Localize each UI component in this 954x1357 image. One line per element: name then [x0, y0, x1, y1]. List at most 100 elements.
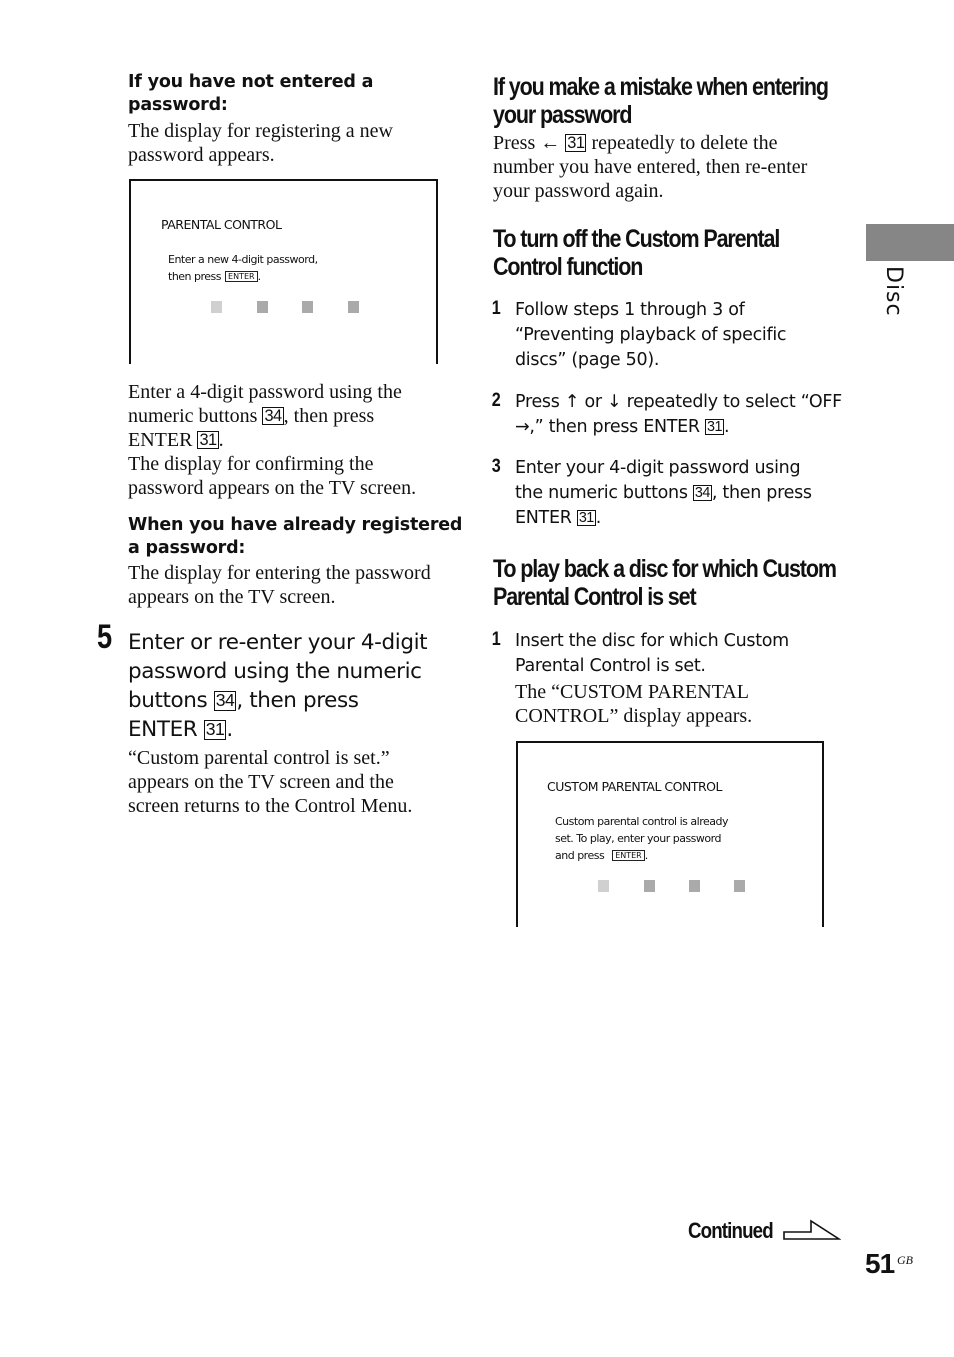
- button-ref-31: 31: [705, 419, 724, 436]
- text-line: password appears on the TV screen.: [128, 477, 417, 499]
- text-span: .: [218, 429, 224, 451]
- paragraph-registering: The display for registering a new passwo…: [128, 119, 393, 167]
- text-line: Insert the disc for which Custom: [515, 631, 789, 651]
- button-ref-34: 34: [213, 690, 237, 711]
- text-span: , then press: [711, 483, 812, 503]
- step-result: “Custom parental control is set.” appear…: [128, 746, 412, 818]
- text-line: →,” then press ENTER 31.: [515, 415, 842, 440]
- text-line: CONTROL” display appears.: [515, 705, 753, 727]
- text-line: appears on the TV screen and the: [128, 771, 394, 793]
- text-span: Press ←: [493, 132, 566, 154]
- text-line: password appears.: [128, 144, 275, 166]
- screen-text-span: then press: [168, 270, 222, 283]
- heading-line: To turn off the Custom Parental: [493, 225, 780, 253]
- text-line: Parental Control is set.: [515, 656, 706, 676]
- screen-title: CUSTOM PARENTAL CONTROL: [547, 779, 722, 794]
- heading-mistake: If you make a mistake when entering your…: [493, 73, 829, 129]
- text-line: ENTER 31.: [128, 428, 416, 452]
- step-number: 1: [491, 298, 501, 319]
- screen-message-line: and press ENTER.: [555, 847, 728, 864]
- paragraph-entering: The display for entering the password ap…: [128, 561, 431, 609]
- text-span: buttons: [128, 688, 214, 713]
- text-line: “Preventing playback of specific: [515, 325, 787, 345]
- text-line: The display for entering the password: [128, 562, 431, 584]
- text-line: Press ← 31 repeatedly to delete the: [493, 131, 807, 155]
- text-line: Press ↑ or ↓ repeatedly to select “OFF: [515, 392, 842, 412]
- password-slot: [644, 880, 655, 892]
- text-line: Enter a 4-digit password using the: [128, 381, 402, 403]
- text-span: ENTER: [128, 429, 198, 451]
- subheading-line: a password:: [128, 538, 246, 558]
- step-number: 1: [491, 629, 501, 650]
- password-slot: [211, 301, 222, 313]
- heading-line: If you make a mistake when entering: [493, 73, 829, 101]
- text-span: ENTER: [128, 717, 204, 742]
- button-ref-34: 34: [692, 485, 712, 502]
- text-line: appears on the TV screen.: [128, 586, 336, 608]
- text-span: , then press: [236, 688, 359, 713]
- text-span: ENTER: [515, 508, 577, 528]
- password-slot: [257, 301, 268, 313]
- text-span: , then press: [283, 405, 375, 427]
- screen-text-span: .: [257, 270, 262, 283]
- subheading-not-entered: If you have not entered a password:: [128, 71, 373, 117]
- subheading-already-registered: When you have already registered a passw…: [128, 514, 462, 560]
- screen-title: PARENTAL CONTROL: [161, 217, 282, 232]
- step-instruction: Enter or re-enter your 4-digit password …: [128, 628, 428, 744]
- password-slot: [689, 880, 700, 892]
- heading-line: To play back a disc for which Custom: [493, 555, 837, 583]
- text-line: Enter or re-enter your 4-digit: [128, 630, 428, 655]
- screen-message: Custom parental control is already set. …: [555, 813, 728, 864]
- text-line: “Custom parental control is set.”: [128, 747, 390, 769]
- turn-off-step-2: Press ↑ or ↓ repeatedly to select “OFF →…: [515, 390, 842, 440]
- text-span: .: [226, 717, 233, 742]
- text-span: .: [724, 417, 730, 437]
- heading-line: your password: [493, 101, 633, 129]
- page-suffix: GB: [897, 1253, 913, 1267]
- heading-line: Parental Control is set: [493, 583, 697, 611]
- text-line: The display for registering a new: [128, 120, 393, 142]
- turn-off-step-3: Enter your 4-digit password using the nu…: [515, 456, 812, 531]
- password-slot: [302, 301, 313, 313]
- step-number: 5: [97, 618, 113, 656]
- text-line: numeric buttons 34, then press: [128, 404, 416, 428]
- paragraph-mistake: Press ← 31 repeatedly to delete the numb…: [493, 131, 807, 203]
- text-line: password using the numeric: [128, 659, 422, 684]
- text-line: The “CUSTOM PARENTAL: [515, 681, 749, 703]
- button-ref-31: 31: [565, 134, 587, 153]
- tv-screen-parental-control: PARENTAL CONTROL Enter a new 4-digit pas…: [129, 179, 438, 364]
- enter-key-icon: ENTER: [225, 271, 258, 282]
- step-number: 3: [491, 456, 501, 477]
- enter-key-icon: ENTER: [612, 850, 645, 861]
- text-line: screen returns to the Control Menu.: [128, 795, 413, 817]
- turn-off-step-1: Follow steps 1 through 3 of “Preventing …: [515, 298, 787, 373]
- text-line: ENTER 31.: [128, 715, 427, 744]
- text-line: buttons 34, then press: [128, 686, 427, 715]
- play-back-step-1: Insert the disc for which Custom Parenta…: [515, 629, 789, 679]
- heading-play-back: To play back a disc for which Custom Par…: [493, 555, 837, 611]
- text-line: Enter your 4-digit password using: [515, 458, 801, 478]
- text-line: number you have entered, then re-enter: [493, 156, 808, 178]
- text-line: Follow steps 1 through 3 of: [515, 300, 745, 320]
- step-number: 2: [491, 390, 501, 411]
- text-span: the numeric buttons: [515, 483, 693, 503]
- button-ref-31: 31: [197, 431, 219, 450]
- text-span: repeatedly to delete the: [586, 132, 778, 154]
- text-line: your password again.: [493, 180, 664, 202]
- continued-label: Continued: [688, 1218, 774, 1243]
- text-line: ENTER 31.: [515, 506, 812, 531]
- text-span: numeric buttons: [128, 405, 263, 427]
- password-slot: [348, 301, 359, 313]
- text-span: →,” then press ENTER: [515, 417, 706, 437]
- subheading-line: password:: [128, 95, 228, 115]
- screen-message-line: then press ENTER.: [168, 268, 318, 285]
- text-line: discs” (page 50).: [515, 350, 660, 370]
- heading-line: Control function: [493, 253, 643, 281]
- tv-screen-custom-parental-control: CUSTOM PARENTAL CONTROL Custom parental …: [516, 741, 824, 927]
- text-line: the numeric buttons 34, then press: [515, 481, 812, 506]
- button-ref-31: 31: [203, 719, 227, 740]
- text-line: The display for confirming the: [128, 453, 374, 475]
- button-ref-34: 34: [262, 407, 284, 426]
- screen-text-span: .: [644, 849, 649, 862]
- subheading-line: If you have not entered a: [128, 72, 374, 92]
